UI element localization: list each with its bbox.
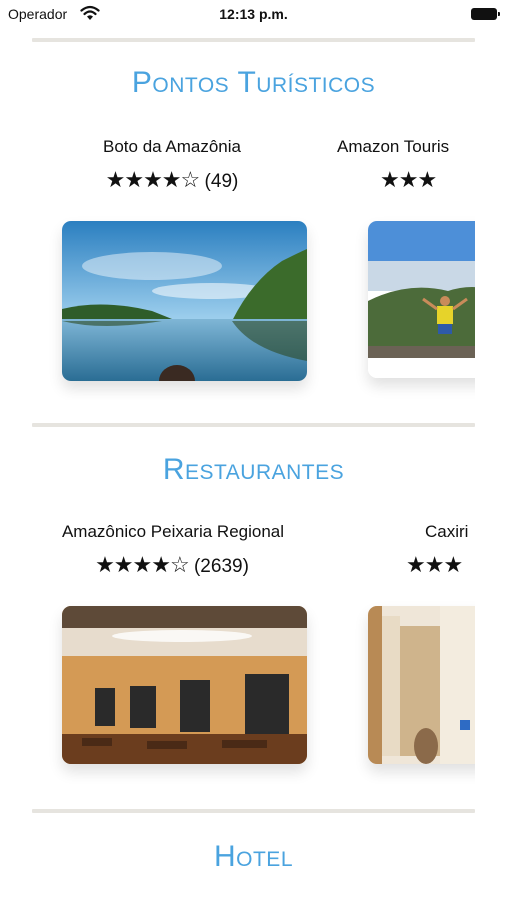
review-count: (49) — [204, 171, 239, 192]
review-count: (2639) — [193, 556, 249, 577]
card-rating: ★★★★☆ (49) — [32, 167, 312, 193]
section-title-restaurantes: Restaurantes — [162, 453, 345, 486]
rating-stars: ★★★★☆ — [95, 552, 190, 577]
card-image-interior[interactable] — [368, 606, 475, 764]
card-rating: ★★★ — [406, 552, 475, 578]
section-divider — [32, 38, 475, 42]
card-title: Caxiri — [425, 522, 469, 541]
carousel-restaurantes[interactable]: Amazônico Peixaria Regional ★★★★☆ (2639) — [32, 514, 475, 784]
rating-stars: ★★★★☆ — [105, 167, 201, 192]
card-image-hiker[interactable] — [368, 221, 475, 378]
carousel-pontos[interactable]: Boto da Amazônia ★★★★☆ (49) Amazon Touri… — [32, 130, 475, 400]
card-title: Amazon Touris — [337, 137, 450, 156]
section-title-hotel: Hotel — [213, 840, 293, 873]
section-divider — [32, 423, 475, 427]
rating-stars: ★★★ — [406, 552, 463, 577]
card-rating: ★★★ — [380, 167, 475, 193]
scroll-content[interactable]: Pontos Turísticos Boto da Amazônia ★★★★☆… — [0, 0, 507, 900]
card-title: Amazônico Peixaria Regional — [61, 522, 285, 541]
card-image-river[interactable] — [62, 221, 307, 381]
card-rating: ★★★★☆ (2639) — [32, 552, 312, 578]
rating-stars: ★★★ — [380, 167, 437, 192]
section-title-pontos: Pontos Turísticos — [131, 66, 376, 99]
card-image-dining-room[interactable] — [62, 606, 307, 764]
section-divider — [32, 809, 475, 813]
card-title: Boto da Amazônia — [103, 137, 241, 156]
